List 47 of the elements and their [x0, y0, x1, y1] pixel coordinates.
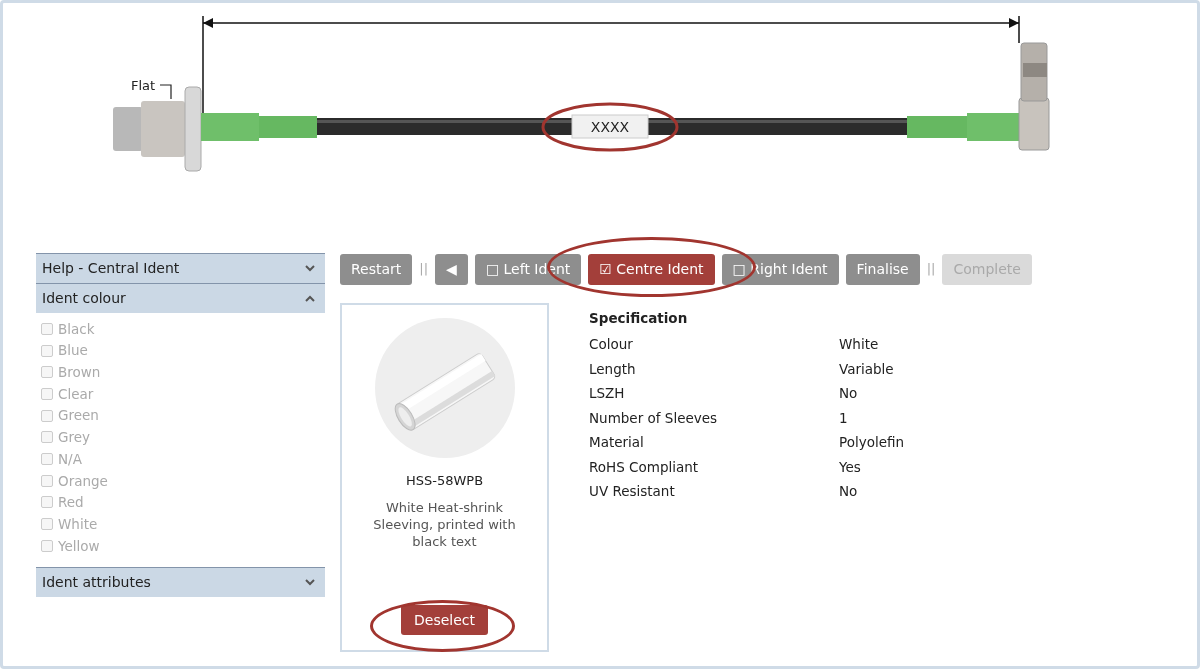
option-label: White [58, 514, 98, 534]
option-label: Clear [58, 384, 94, 404]
ident-label: XXXX [590, 119, 630, 135]
spec-name: Length [589, 359, 637, 379]
product-code: HSS-58WPB [405, 472, 484, 490]
spec-name: LSZH [589, 384, 626, 404]
spec-value: No [839, 482, 858, 502]
chevron-up-icon [305, 295, 315, 302]
spec-name: Colour [589, 335, 634, 355]
product-description: White Heat-shrink Sleeving, printed with black text [372, 498, 517, 550]
option-label: N/A [58, 449, 82, 469]
toolbar-button[interactable]: ◀ [435, 253, 468, 285]
spec-value: No [839, 384, 858, 404]
flat-label: Flat [131, 78, 156, 93]
option-label: Brown [58, 363, 101, 383]
separator-mark: || [419, 260, 429, 279]
spec-value: 1 [839, 408, 848, 428]
spec-value: Yes [839, 457, 861, 477]
option-label: Green [58, 406, 99, 426]
spec-name: RoHS Compliant [589, 457, 700, 477]
spec-value: White [839, 335, 879, 355]
spec-name: UV Resistant [589, 482, 676, 502]
spec-value: Variable [839, 359, 894, 379]
toolbar-button[interactable]: Restart [340, 253, 413, 285]
chevron-down-icon [305, 578, 315, 586]
section-title: Ident attributes [42, 572, 151, 592]
option-label: Yellow [58, 536, 100, 556]
leader-line [159, 84, 172, 100]
section-title: Ident colour [42, 289, 126, 308]
spec-name: Number of Sleeves [589, 408, 719, 428]
toolbar-button[interactable]: Finalise [845, 253, 920, 285]
section-header[interactable]: Help - Central Ident [36, 253, 325, 283]
option-label: Red [58, 493, 84, 513]
section-header[interactable]: Ident attributes [36, 566, 325, 597]
spec-value: Polyolefin [839, 433, 905, 453]
option-label: Grey [58, 428, 90, 448]
spec-name: Material [589, 433, 645, 453]
option-label: Orange [58, 471, 108, 491]
deselect-button[interactable]: Deselect [401, 605, 488, 635]
option-label: Blue [58, 341, 88, 361]
section-header[interactable]: Ident colour [36, 283, 325, 313]
section-title: Help - Central Ident [42, 259, 180, 278]
chevron-down-icon [305, 265, 315, 272]
spec-title: Specification [589, 309, 689, 328]
separator-mark: || [926, 260, 936, 279]
option-label: Black [58, 319, 95, 339]
step-tab[interactable]: ☑ Centre Ident [588, 253, 715, 285]
